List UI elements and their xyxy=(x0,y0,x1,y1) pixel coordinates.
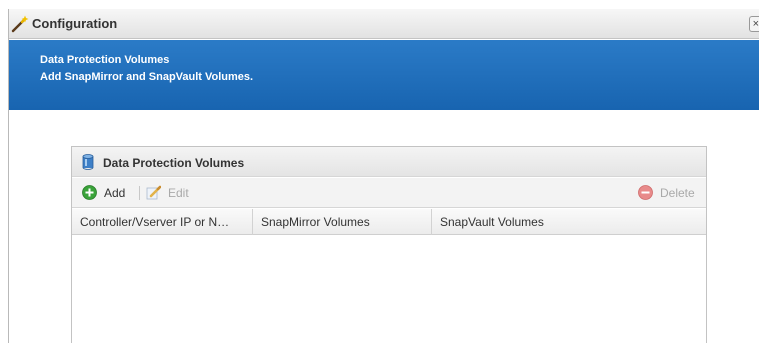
panel-title: Data Protection Volumes xyxy=(103,156,245,170)
header-banner: Data Protection Volumes Add SnapMirror a… xyxy=(9,40,759,110)
data-protection-volumes-panel: Data Protection Volumes Add Edit Delete … xyxy=(71,146,707,343)
magic-wand-icon xyxy=(11,15,29,33)
column-header-snapvault[interactable]: SnapVault Volumes xyxy=(432,209,708,235)
close-button[interactable]: × xyxy=(749,16,759,32)
volumes-table-body[interactable] xyxy=(72,236,706,343)
edit-pencil-icon xyxy=(146,185,162,200)
column-header-controller[interactable]: Controller/Vserver IP or N… xyxy=(72,209,253,235)
delete-button[interactable]: Delete xyxy=(638,185,702,201)
add-label: Add xyxy=(104,186,126,200)
plus-circle-icon xyxy=(82,185,97,200)
minus-circle-icon xyxy=(638,185,653,200)
toolbar-separator xyxy=(139,186,140,200)
panel-header: Data Protection Volumes xyxy=(72,147,706,177)
delete-label: Delete xyxy=(660,186,695,200)
volumes-table-header: Controller/Vserver IP or N… SnapMirror V… xyxy=(72,209,706,235)
edit-label: Edit xyxy=(168,186,189,200)
window-title: Configuration xyxy=(32,16,118,31)
edit-button[interactable]: Edit xyxy=(146,185,196,201)
add-button[interactable]: Add xyxy=(82,185,132,201)
banner-subheading: Add SnapMirror and SnapVault Volumes. xyxy=(40,71,254,83)
configuration-window: Configuration × Data Protection Volumes … xyxy=(8,9,759,343)
column-header-snapmirror[interactable]: SnapMirror Volumes xyxy=(253,209,432,235)
window-titlebar: Configuration × xyxy=(9,9,759,39)
database-icon xyxy=(82,154,94,170)
banner-heading: Data Protection Volumes xyxy=(40,54,170,66)
panel-toolbar: Add Edit Delete xyxy=(72,178,706,208)
